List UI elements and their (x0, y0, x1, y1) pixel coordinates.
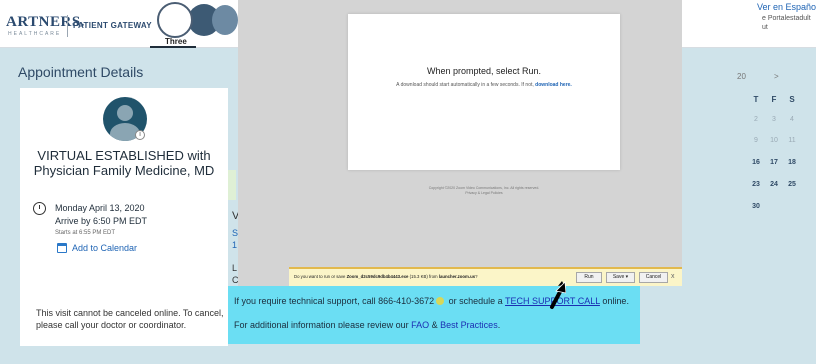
download-bar: Do you want to run or save Zoom_d2c59dc9… (289, 267, 682, 286)
starts-at-time: Starts at 6:55 PM EDT (55, 230, 116, 236)
support-line-1: If you require technical support, call 8… (234, 296, 629, 306)
download-question: Do you want to run or save Zoom_d2c59dc9… (294, 274, 478, 279)
calendar-day-header: T (753, 95, 759, 104)
portal-text-1: e Portal (762, 15, 787, 22)
file-size: (15.3 KB) (409, 274, 428, 279)
calendar-day[interactable]: 17 (767, 159, 781, 166)
portal-text-3: ut (762, 24, 768, 31)
run-button[interactable]: Run (576, 272, 602, 283)
copyright-text: Copyright ©2020 Zoom Video Communication… (428, 186, 540, 195)
arrive-by-time: Arrive by 6:50 PM EDT (55, 216, 148, 226)
close-icon[interactable]: x (671, 273, 675, 280)
calendar-day-header: S (789, 95, 795, 104)
download-here-link[interactable]: download here. (535, 82, 572, 88)
appointment-date: Monday April 13, 2020 (55, 203, 145, 213)
phone-icon[interactable] (436, 297, 445, 305)
account-avatar-active[interactable] (157, 2, 193, 38)
support-panel-bottom (228, 328, 640, 344)
calendar-next-button[interactable]: > (774, 72, 779, 81)
cancel-note: This visit cannot be canceled online. To… (36, 308, 224, 330)
logo-subtitle: HEALTHCARE (8, 31, 62, 37)
calendar-day[interactable]: 10 (767, 137, 781, 144)
save-button[interactable]: Save ▾ (606, 272, 635, 283)
calendar-day[interactable]: 23 (749, 181, 763, 188)
logo-divider (67, 15, 68, 37)
calendar-day[interactable]: 3 (767, 116, 781, 123)
support-panel: If you require technical support, call 8… (228, 286, 640, 330)
calendar-day[interactable]: 4 (785, 116, 799, 123)
account-avatar-3[interactable] (212, 5, 238, 35)
portal-text: e Portalestadult ut (762, 14, 811, 32)
run-prompt: When prompted, select Run. (426, 66, 542, 76)
add-to-calendar-link[interactable]: Add to Calendar (72, 243, 137, 253)
calendar-day[interactable]: 30 (749, 203, 763, 210)
download-subtext: A download should start automatically in… (396, 82, 572, 88)
calendar-month: 20 (737, 72, 746, 81)
download-source: launcher.zoom.us (438, 274, 476, 279)
patient-gateway-label: PATIENT GATEWAY (73, 21, 152, 30)
privacy-link[interactable]: Privacy & Legal Policies (465, 191, 502, 195)
account-tab-three[interactable]: Three (165, 37, 187, 46)
appointment-card: i VIRTUAL ESTABLISHED with Physician Fam… (20, 88, 228, 346)
calendar-day[interactable]: 2 (749, 116, 763, 123)
mouse-cursor-icon (550, 281, 566, 309)
visit-type: VIRTUAL ESTABLISHED with Physician Famil… (33, 148, 215, 178)
clock-icon (33, 202, 46, 215)
file-name: Zoom_d2c59dc9db4b4443.exe (346, 274, 409, 279)
download-card: When prompted, select Run. A download sh… (348, 14, 620, 170)
browser-window: When prompted, select Run. A download sh… (238, 0, 682, 286)
info-icon[interactable]: i (135, 130, 145, 140)
portal-text-2: estadult (786, 15, 811, 22)
status-strip (228, 170, 236, 200)
calendar-day-header: F (771, 95, 777, 104)
calendar-day[interactable]: 25 (785, 181, 799, 188)
calendar-day[interactable]: 24 (767, 181, 781, 188)
calendar-day[interactable]: 9 (749, 137, 763, 144)
active-tab-underline (150, 46, 196, 48)
page-title: Appointment Details (18, 64, 144, 80)
language-link[interactable]: Ver en Español (757, 2, 816, 12)
calendar-day[interactable]: 18 (785, 159, 799, 166)
calendar-icon[interactable] (57, 243, 67, 253)
calendar-day[interactable]: 16 (749, 159, 763, 166)
cancel-button[interactable]: Cancel (639, 272, 668, 283)
calendar-day[interactable]: 11 (785, 137, 799, 144)
